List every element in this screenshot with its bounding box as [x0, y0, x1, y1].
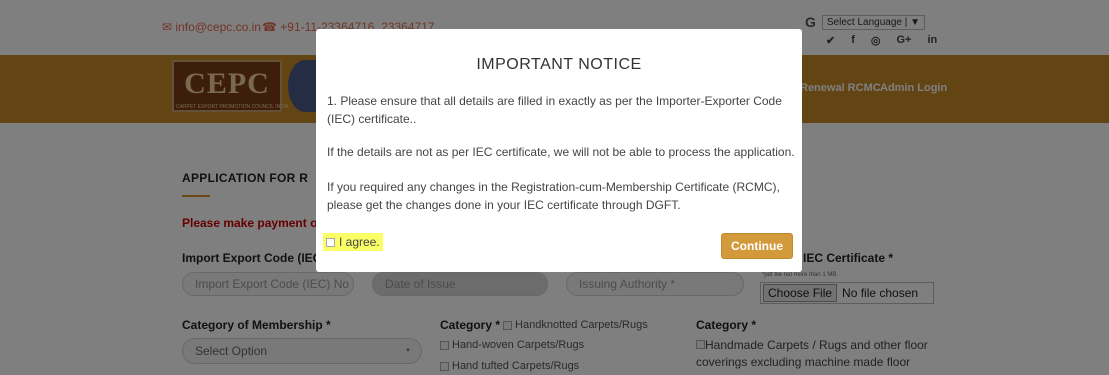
agree-checkbox[interactable] — [326, 237, 335, 247]
agree-label[interactable]: I agree. — [339, 235, 380, 249]
notice-paragraph-3: If you required any changes in the Regis… — [327, 180, 780, 212]
notice-paragraph-1: 1. Please ensure that all details are fi… — [327, 94, 782, 126]
important-notice-modal: IMPORTANT NOTICE 1. Please ensure that a… — [316, 29, 802, 272]
notice-paragraph-2: If the details are not as per IEC certif… — [327, 145, 795, 159]
modal-title: IMPORTANT NOTICE — [476, 56, 642, 73]
agree-checkbox-row[interactable]: I agree. — [323, 233, 383, 251]
continue-button[interactable]: Continue — [721, 233, 793, 259]
